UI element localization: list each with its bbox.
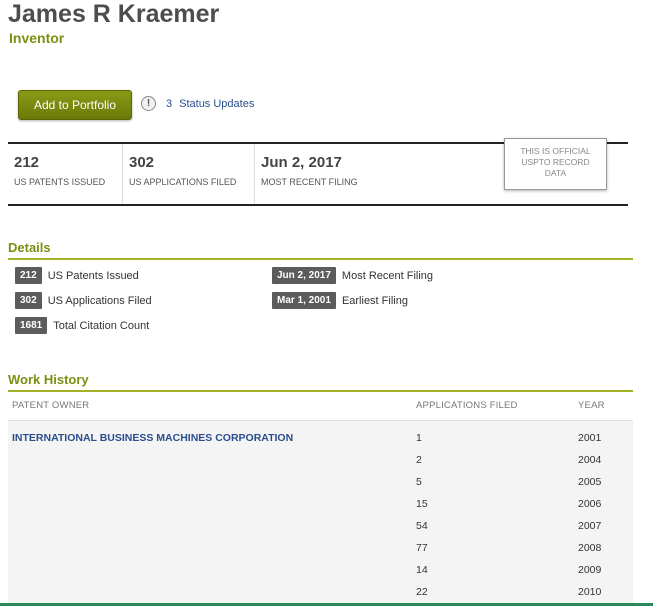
status-updates-link[interactable]: ! 3 Status Updates	[141, 96, 254, 111]
year-cell: 2006	[578, 498, 602, 510]
stat-label: MOST RECENT FILING	[261, 177, 358, 187]
applications-cell: 1	[416, 432, 422, 444]
table-row: 5 2005	[8, 476, 633, 498]
official-line: THIS IS OFFICIAL	[520, 146, 591, 156]
detail-label: US Patents Issued	[47, 269, 139, 282]
role-subtitle: Inventor	[9, 30, 65, 46]
alert-icon: !	[141, 96, 156, 111]
page-title: James R Kraemer	[8, 0, 220, 28]
status-count: 3	[166, 97, 173, 110]
work-history-table: INTERNATIONAL BUSINESS MACHINES CORPORAT…	[8, 420, 633, 606]
column-header-owner: PATENT OWNER	[12, 400, 90, 411]
detail-citation-count: 1681 Total Citation Count	[15, 317, 149, 334]
add-to-portfolio-button[interactable]: Add to Portfolio	[18, 90, 132, 120]
table-row: 77 2008	[8, 542, 633, 564]
table-row: 54 2007	[8, 520, 633, 542]
applications-cell: 54	[416, 520, 428, 532]
table-row: 14 2009	[8, 564, 633, 586]
detail-most-recent-filing: Jun 2, 2017 Most Recent Filing	[272, 267, 433, 284]
applications-cell: 2	[416, 454, 422, 466]
details-heading: Details	[8, 240, 51, 255]
column-header-applications: APPLICATIONS FILED	[416, 400, 518, 411]
detail-label: Earliest Filing	[341, 294, 408, 307]
official-line: USPTO RECORD	[521, 157, 590, 167]
year-cell: 2010	[578, 586, 602, 598]
stat-value: Jun 2, 2017	[261, 154, 342, 171]
stat-applications-filed: 302 US APPLICATIONS FILED	[123, 144, 255, 204]
table-row: 2 2004	[8, 454, 633, 476]
year-cell: 2005	[578, 476, 602, 488]
applications-cell: 15	[416, 498, 428, 510]
stat-value: 302	[129, 154, 155, 171]
detail-label: Most Recent Filing	[341, 269, 434, 282]
table-row: 1 2001	[8, 432, 633, 454]
column-header-year: YEAR	[578, 400, 605, 411]
year-cell: 2007	[578, 520, 602, 532]
detail-tag: 1681	[15, 317, 48, 334]
applications-cell: 22	[416, 586, 428, 598]
detail-applications-filed: 302 US Applications Filed	[15, 292, 152, 309]
year-cell: 2008	[578, 542, 602, 554]
year-cell: 2004	[578, 454, 602, 466]
details-divider	[8, 258, 633, 260]
status-label: Status Updates	[179, 97, 255, 110]
detail-earliest-filing: Mar 1, 2001 Earliest Filing	[272, 292, 408, 309]
official-data-badge: THIS IS OFFICIAL USPTO RECORD DATA	[504, 138, 607, 190]
detail-tag: Mar 1, 2001	[272, 292, 336, 309]
detail-label: Total Citation Count	[53, 319, 150, 332]
year-cell: 2009	[578, 564, 602, 576]
stat-patents-issued: 212 US PATENTS ISSUED	[8, 144, 123, 204]
detail-tag: 302	[15, 292, 42, 309]
detail-patents-issued: 212 US Patents Issued	[15, 267, 139, 284]
detail-tag: 212	[15, 267, 42, 284]
stat-label: US APPLICATIONS FILED	[129, 177, 237, 187]
year-cell: 2001	[578, 432, 602, 444]
applications-cell: 5	[416, 476, 422, 488]
table-row: 15 2006	[8, 498, 633, 520]
applications-cell: 14	[416, 564, 428, 576]
applications-cell: 77	[416, 542, 428, 554]
stat-most-recent-filing: Jun 2, 2017 MOST RECENT FILING	[255, 144, 415, 204]
stat-value: 212	[14, 154, 40, 171]
stat-label: US PATENTS ISSUED	[14, 177, 106, 187]
work-history-heading: Work History	[8, 372, 89, 387]
detail-tag: Jun 2, 2017	[272, 267, 336, 284]
official-line: DATA	[544, 168, 567, 178]
work-history-divider	[8, 390, 633, 392]
detail-label: US Applications Filed	[47, 294, 152, 307]
